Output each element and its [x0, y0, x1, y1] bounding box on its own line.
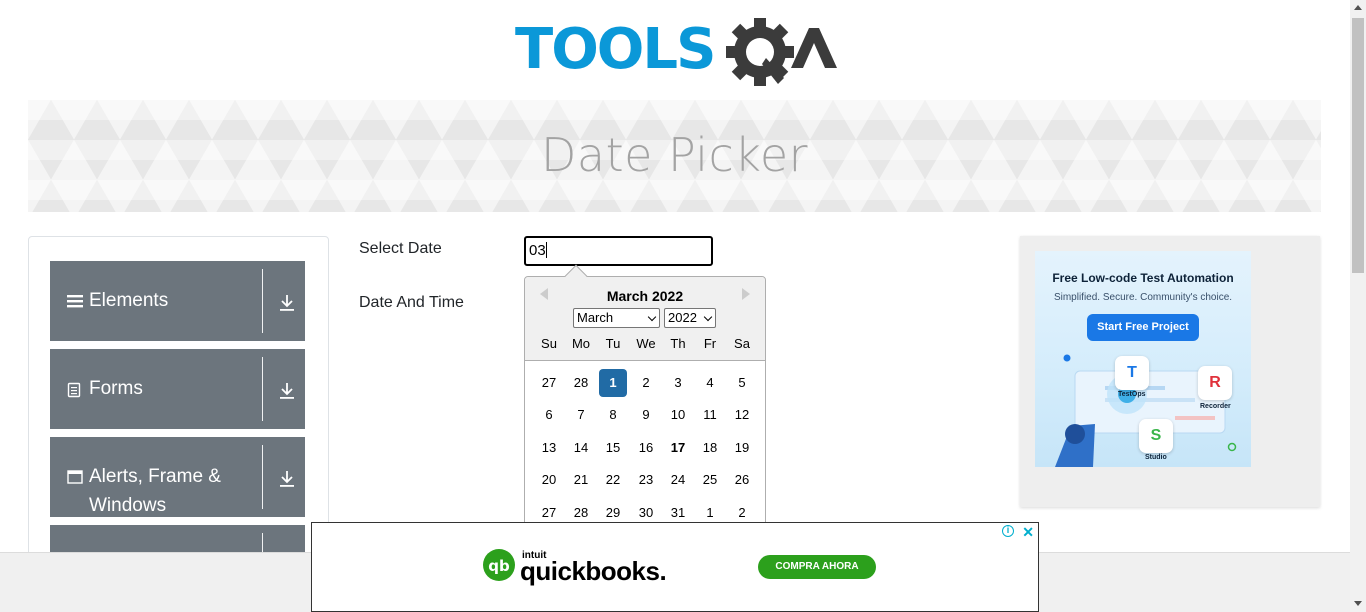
year-select[interactable]: 2022	[664, 308, 716, 328]
datepicker-header: March 2022 March 2022 Su Mo Tu We Th Fr Sa	[525, 277, 765, 361]
testops-tile-icon: T	[1115, 356, 1149, 390]
document-icon	[67, 382, 81, 403]
quickbooks-logo-icon: qb	[482, 548, 516, 587]
scroll-up-icon[interactable]	[1354, 5, 1362, 10]
calendar-day[interactable]: 11	[696, 401, 724, 429]
scrollbar-thumb[interactable]	[1352, 18, 1364, 273]
sidebar-group-alerts[interactable]: Alerts, Frame & Windows	[50, 437, 305, 517]
compra-ahora-button[interactable]: COMPRA AHORA	[758, 555, 876, 579]
toolsqa-logo[interactable]: TOOLS	[515, 16, 837, 90]
sidebar-group-label-line2: Windows	[89, 495, 167, 516]
sidebar-group-label: Alerts, Frame &	[89, 466, 221, 487]
calendar-day[interactable]: 10	[664, 401, 692, 429]
weekday-label: We	[636, 336, 656, 351]
sidebar-group-elements[interactable]: Elements	[50, 261, 305, 341]
weekday-label: Tu	[605, 336, 621, 351]
calendar-day[interactable]: 18	[696, 434, 724, 462]
gear-icon	[726, 18, 794, 86]
close-ad-icon[interactable]: ✕	[1022, 524, 1034, 541]
calendar-day[interactable]: 9	[632, 401, 660, 429]
calendar-day[interactable]: 21	[567, 466, 595, 494]
text-caret	[545, 242, 547, 258]
weekday-label: Sa	[734, 336, 750, 351]
calendar-day[interactable]: 14	[567, 434, 595, 462]
sidebar-group-label: Elements	[89, 290, 169, 311]
selected-day[interactable]: 1	[599, 369, 627, 397]
start-free-project-button[interactable]: Start Free Project	[1087, 314, 1199, 341]
scroll-down-icon[interactable]	[1354, 601, 1362, 606]
date-input[interactable]: 03	[524, 236, 713, 266]
calendar-day[interactable]: 8	[599, 401, 627, 429]
calendar-day[interactable]: 13	[535, 434, 563, 462]
ad-creative[interactable]: Free Low-code Test Automation Simplified…	[1035, 251, 1251, 467]
svg-text:qb: qb	[488, 557, 510, 575]
weekday-label: Mo	[571, 336, 591, 351]
divider	[262, 445, 263, 509]
year-select-value: 2022	[668, 310, 697, 325]
calendar-day[interactable]: 28	[567, 369, 595, 397]
calendar-day[interactable]: 2	[632, 369, 660, 397]
current-month-title: March 2022	[606, 288, 684, 304]
logo-text-tools: TOOLS	[515, 17, 714, 82]
calendar-day[interactable]: 25	[696, 466, 724, 494]
page-banner: Date Picker	[28, 100, 1321, 212]
date-and-time-label: Date And Time	[359, 294, 464, 311]
calendar-day[interactable]: 17	[664, 434, 692, 462]
calendar-day[interactable]: 23	[632, 466, 660, 494]
download-icon[interactable]	[277, 293, 297, 313]
calendar-day[interactable]: 24	[664, 466, 692, 494]
ad-tile-label: Studio	[1145, 454, 1167, 461]
ad-tile-label: Recorder	[1200, 403, 1231, 410]
page-scrollbar[interactable]	[1350, 0, 1366, 612]
calendar-day[interactable]: 7	[567, 401, 595, 429]
month-select[interactable]: March	[573, 308, 660, 328]
bottom-advertisement[interactable]: qb intuit quickbooks. COMPRA AHORA i ✕	[311, 522, 1039, 612]
download-icon[interactable]	[277, 381, 297, 401]
next-month-icon[interactable]	[742, 288, 750, 300]
calendar-day[interactable]: 4	[696, 369, 724, 397]
calendar-day[interactable]: 15	[599, 434, 627, 462]
quickbooks-brand: quickbooks.	[520, 556, 667, 586]
page: TOOLS Date Picker Elements Forms Alerts,…	[0, 0, 1366, 612]
calendar-day[interactable]: 16	[632, 434, 660, 462]
recorder-tile-icon: R	[1198, 366, 1232, 400]
logo-letter-a	[791, 28, 837, 68]
side-advertisement[interactable]: Free Low-code Test Automation Simplified…	[1020, 236, 1320, 507]
date-input-value: 03	[529, 242, 546, 259]
ad-title: Free Low-code Test Automation	[1052, 271, 1234, 285]
divider	[262, 269, 263, 333]
divider	[262, 357, 263, 421]
hamburger-icon	[67, 294, 83, 313]
studio-tile-icon: S	[1139, 419, 1173, 453]
calendar-day[interactable]: 27	[535, 369, 563, 397]
sidebar-group-forms[interactable]: Forms	[50, 349, 305, 429]
ad-tile-label: TestOps	[1118, 391, 1146, 398]
calendar-day[interactable]: 6	[535, 401, 563, 429]
weekday-label: Th	[670, 336, 686, 351]
chevron-down-icon	[703, 312, 713, 322]
sidebar: Elements Forms Alerts, Frame & Windows	[28, 236, 329, 566]
sidebar-group-label: Forms	[89, 378, 143, 399]
calendar-day[interactable]: 26	[728, 466, 756, 494]
month-select-value: March	[577, 310, 614, 325]
page-title: Date Picker	[540, 128, 809, 182]
datepicker-popup: March 2022 March 2022 Su Mo Tu We Th Fr Sa 27 2…	[524, 264, 766, 526]
ad-subtitle: Simplified. Secure. Community's choice.	[1053, 292, 1233, 303]
calendar-day[interactable]: 19	[728, 434, 756, 462]
window-icon	[67, 470, 83, 489]
calendar-day[interactable]: 20	[535, 466, 563, 494]
weekday-label: Fr	[703, 336, 717, 351]
calendar-day[interactable]: 22	[599, 466, 627, 494]
chevron-down-icon	[647, 312, 657, 322]
download-icon[interactable]	[277, 469, 297, 489]
calendar-day[interactable]: 12	[728, 401, 756, 429]
adchoices-icon[interactable]: i	[1002, 525, 1014, 537]
calendar-day[interactable]: 3	[664, 369, 692, 397]
weekday-label: Su	[541, 336, 557, 351]
calendar-day[interactable]: 5	[728, 369, 756, 397]
select-date-label: Select Date	[359, 240, 442, 257]
